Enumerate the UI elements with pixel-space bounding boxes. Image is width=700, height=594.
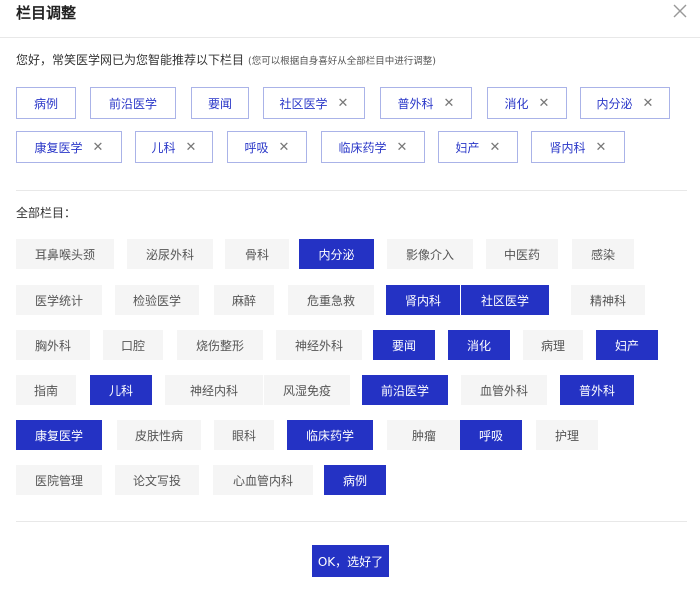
selected-tag[interactable]: 临床药学 ✕	[321, 131, 425, 163]
selected-tag[interactable]: 社区医学 ✕	[263, 87, 365, 119]
selected-tag[interactable]: 妇产 ✕	[438, 131, 518, 163]
selected-tag-label: 要闻	[207, 96, 232, 111]
selected-tag[interactable]: 病例	[16, 87, 76, 119]
category-chip[interactable]: 危重急救	[288, 285, 374, 315]
remove-tag-icon[interactable]: ✕	[93, 141, 104, 154]
selected-tag-label: 内分泌	[596, 96, 633, 111]
category-chip[interactable]: 护理	[536, 420, 598, 450]
confirm-button[interactable]: OK，选好了	[312, 545, 389, 577]
category-chip-selected[interactable]: 妇产	[596, 330, 658, 360]
category-chip[interactable]: 烧伤整形	[177, 330, 263, 360]
recommend-hint: 您好，常笑医学网已为您智能推荐以下栏目 (您可以根据自身喜好从全部栏目中进行调整)	[16, 52, 436, 70]
selected-tag-label: 社区医学	[279, 96, 328, 111]
remove-tag-icon[interactable]: ✕	[186, 141, 197, 154]
category-chip[interactable]: 耳鼻喉头颈	[16, 239, 114, 269]
category-chip-selected[interactable]: 前沿医学	[362, 375, 448, 405]
selected-tag[interactable]: 肾内科 ✕	[531, 131, 625, 163]
category-chip-selected[interactable]: 消化	[448, 330, 510, 360]
recommend-hint-note: (您可以根据自身喜好从全部栏目中进行调整)	[248, 56, 436, 67]
category-chip-selected[interactable]: 要闻	[373, 330, 435, 360]
category-chip[interactable]: 眼科	[214, 420, 274, 450]
selected-tag-label: 前沿医学	[108, 96, 157, 111]
category-chip[interactable]: 心血管内科	[213, 465, 313, 495]
category-chip-selected[interactable]: 病例	[324, 465, 386, 495]
selected-tag[interactable]: 呼吸 ✕	[227, 131, 307, 163]
category-chip-selected[interactable]: 内分泌	[299, 239, 374, 269]
category-chip[interactable]: 中医药	[486, 239, 558, 269]
selected-tag-label: 病例	[33, 96, 58, 111]
selected-tag[interactable]: 前沿医学	[90, 87, 176, 119]
selected-tag[interactable]: 普外科 ✕	[380, 87, 472, 119]
category-chip[interactable]: 骨科	[225, 239, 289, 269]
category-chip[interactable]: 影像介入	[387, 239, 473, 269]
selected-tag-label: 儿科	[151, 140, 176, 155]
selected-tag-label: 普外科	[397, 96, 434, 111]
category-chip[interactable]: 论文写投	[115, 465, 199, 495]
category-chip-selected[interactable]: 呼吸	[460, 420, 522, 450]
selected-tag-label: 消化	[504, 96, 529, 111]
category-chip[interactable]: 检验医学	[115, 285, 199, 315]
column-adjust-dialog: 栏目调整 您好，常笑医学网已为您智能推荐以下栏目 (您可以根据自身喜好从全部栏目中…	[0, 0, 700, 594]
recommend-hint-text: 您好，常笑医学网已为您智能推荐以下栏目	[16, 53, 245, 67]
category-chip[interactable]: 皮肤性病	[117, 420, 201, 450]
category-chip[interactable]: 风湿免疫	[264, 375, 350, 405]
category-chip-selected[interactable]: 康复医学	[16, 420, 102, 450]
footer-divider	[16, 521, 687, 522]
category-chip[interactable]: 血管外科	[461, 375, 547, 405]
header-divider	[0, 37, 700, 38]
selected-tag[interactable]: 要闻	[191, 87, 249, 119]
category-chip[interactable]: 精神科	[571, 285, 645, 315]
category-chip[interactable]: 口腔	[103, 330, 163, 360]
dialog-title: 栏目调整	[16, 4, 77, 22]
category-chip[interactable]: 医学统计	[16, 285, 102, 315]
remove-tag-icon[interactable]: ✕	[490, 141, 501, 154]
selected-tag[interactable]: 康复医学 ✕	[16, 131, 122, 163]
category-chip[interactable]: 泌尿外科	[127, 239, 213, 269]
remove-tag-icon[interactable]: ✕	[338, 97, 349, 110]
category-chip[interactable]: 胸外科	[16, 330, 90, 360]
category-chip[interactable]: 麻醉	[214, 285, 274, 315]
category-chip-selected[interactable]: 临床药学	[287, 420, 373, 450]
category-chip[interactable]: 神经内科	[165, 375, 263, 405]
category-chip-selected[interactable]: 社区医学	[461, 285, 549, 315]
category-chip[interactable]: 肿瘤	[387, 420, 461, 450]
category-chip-selected[interactable]: 儿科	[90, 375, 152, 405]
selected-tag-label: 肾内科	[549, 140, 586, 155]
category-chip-selected[interactable]: 肾内科	[386, 285, 460, 315]
selected-tag-label: 妇产	[455, 140, 480, 155]
selected-tag[interactable]: 消化 ✕	[487, 87, 567, 119]
remove-tag-icon[interactable]: ✕	[596, 141, 607, 154]
category-chip[interactable]: 神经外科	[276, 330, 362, 360]
remove-tag-icon[interactable]: ✕	[279, 141, 290, 154]
selected-tag-label: 康复医学	[34, 140, 83, 155]
remove-tag-icon[interactable]: ✕	[444, 97, 455, 110]
remove-tag-icon[interactable]: ✕	[643, 97, 654, 110]
selected-tag[interactable]: 儿科 ✕	[135, 131, 213, 163]
selected-tag-label: 呼吸	[244, 140, 269, 155]
remove-tag-icon[interactable]: ✕	[539, 97, 550, 110]
remove-tag-icon[interactable]: ✕	[397, 141, 408, 154]
selected-tag-label: 临床药学	[338, 140, 387, 155]
section-divider	[16, 190, 687, 191]
category-chip[interactable]: 感染	[572, 239, 634, 269]
close-icon[interactable]	[671, 2, 689, 20]
category-chip[interactable]: 指南	[16, 375, 76, 405]
all-categories-label: 全部栏目：	[16, 206, 77, 220]
category-chip-selected[interactable]: 普外科	[560, 375, 634, 405]
category-chip[interactable]: 病理	[523, 330, 583, 360]
selected-tag[interactable]: 内分泌 ✕	[580, 87, 670, 119]
category-chip[interactable]: 医院管理	[16, 465, 102, 495]
